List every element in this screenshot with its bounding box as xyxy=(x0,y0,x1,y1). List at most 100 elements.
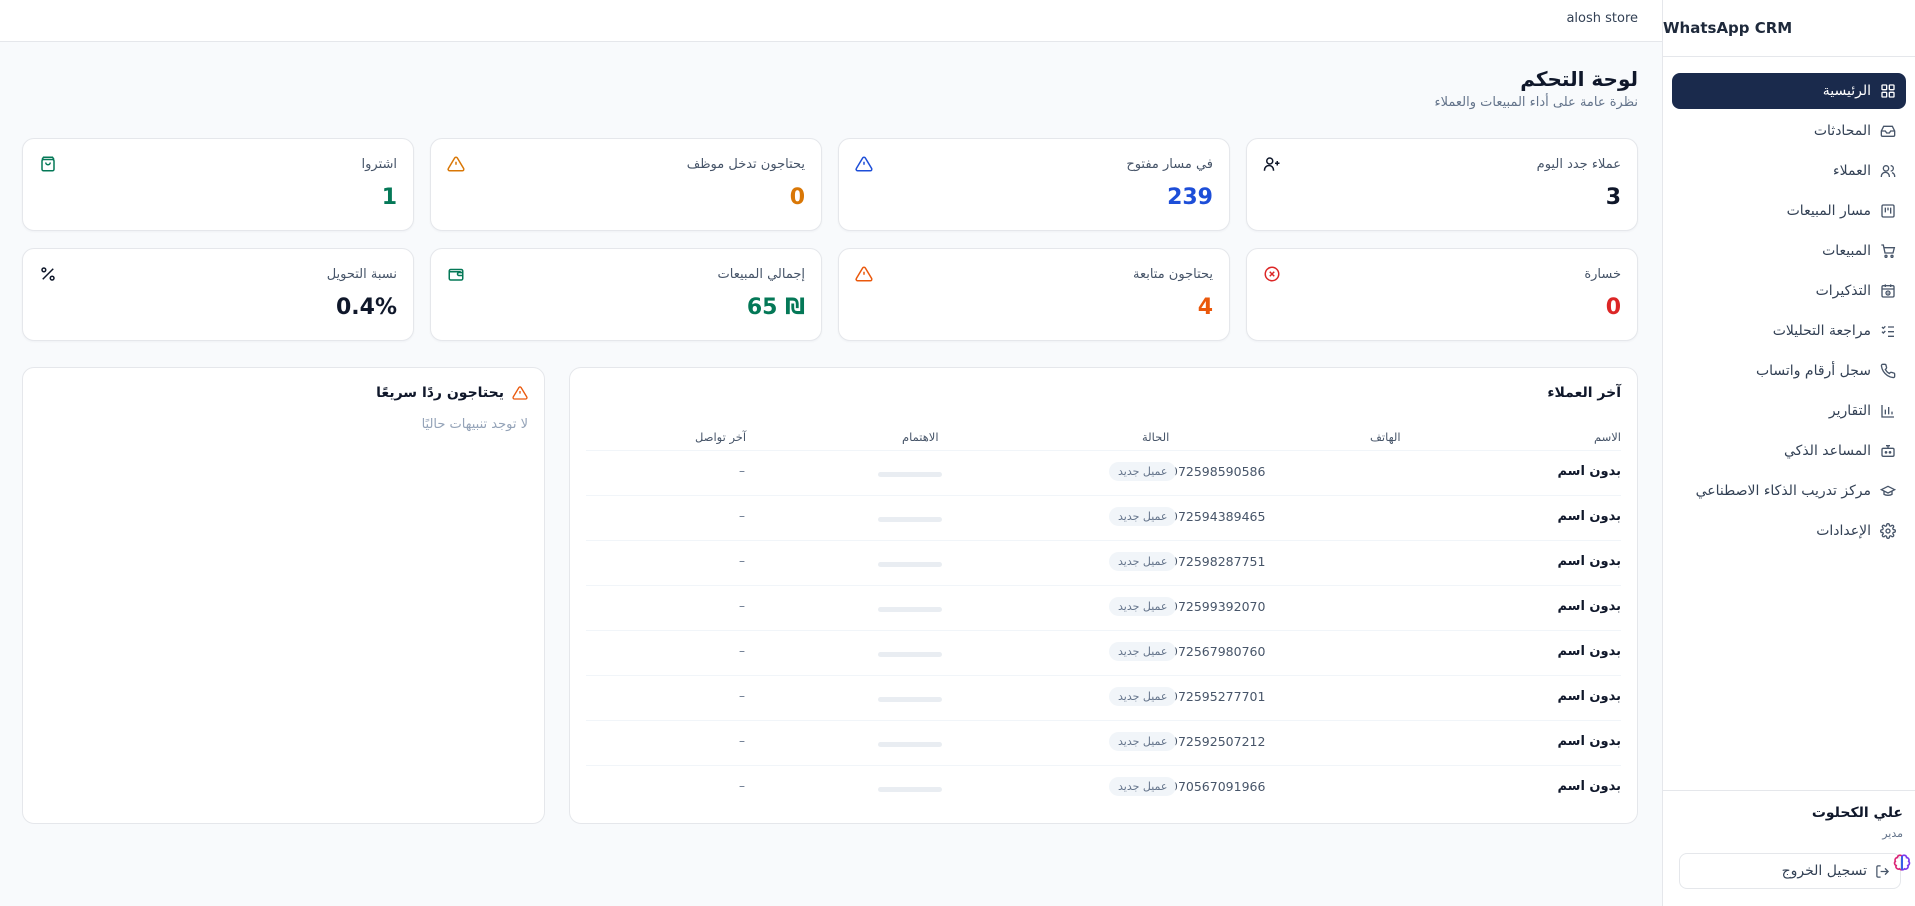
brain-icon[interactable] xyxy=(1892,853,1912,873)
stat-card-conversion-rate[interactable]: نسبة التحويل 0.4% xyxy=(22,248,414,341)
alert-triangle-icon xyxy=(512,385,528,401)
sidebar-item-customers[interactable]: العملاء xyxy=(1672,153,1906,189)
sidebar: WhatsApp CRM الرئيسية المحادثات العملاء … xyxy=(1662,0,1915,906)
column-name: الاسم xyxy=(1593,430,1621,444)
sidebar-item-whatsapp-numbers[interactable]: سجل أرقام واتساب xyxy=(1672,353,1906,389)
calendar-clock-icon xyxy=(1880,283,1896,299)
customer-phone: 972595277701 xyxy=(1170,689,1266,704)
sidebar-item-label: العملاء xyxy=(1833,163,1871,179)
table-row[interactable]: بدون اسم 970567091966 عميل جديد – xyxy=(586,765,1621,810)
sidebar-item-label: سجل أرقام واتساب xyxy=(1755,363,1871,379)
interest-bar xyxy=(878,562,942,567)
table-row[interactable]: بدون اسم 972592507212 عميل جديد – xyxy=(586,720,1621,765)
sidebar-item-label: المحادثات xyxy=(1813,123,1871,139)
stat-value: 0 xyxy=(789,185,805,210)
stat-card-lost[interactable]: خسارة 0 xyxy=(1246,248,1638,341)
stat-value: 0 xyxy=(1605,295,1621,320)
stat-card-open-pipeline[interactable]: في مسار مفتوح 239 xyxy=(838,138,1230,231)
table-row[interactable]: بدون اسم 972598287751 عميل جديد – xyxy=(586,540,1621,585)
dashboard-grid-icon xyxy=(1880,83,1896,99)
table-row[interactable]: بدون اسم 972594389465 عميل جديد – xyxy=(586,495,1621,540)
last-contact: – xyxy=(739,644,745,658)
customer-name: بدون اسم xyxy=(1557,779,1621,794)
bot-icon xyxy=(1880,443,1896,459)
last-contact: – xyxy=(739,464,745,478)
interest-bar xyxy=(878,472,942,477)
stat-card-purchased[interactable]: اشتروا 1 xyxy=(22,138,414,231)
column-status: الحالة xyxy=(1142,430,1170,444)
sidebar-item-reminders[interactable]: التذكيرات xyxy=(1672,273,1906,309)
logout-button[interactable]: تسجيل الخروج xyxy=(1679,853,1901,889)
user-role: مدير xyxy=(1882,827,1903,840)
sidebar-item-home[interactable]: الرئيسية xyxy=(1672,73,1906,109)
stat-card-new-customers[interactable]: عملاء جدد اليوم 3 xyxy=(1246,138,1638,231)
stat-value: 4 xyxy=(1197,295,1213,320)
logout-icon xyxy=(1875,864,1890,879)
column-interest: الاهتمام xyxy=(902,430,939,444)
customer-phone: 972567980760 xyxy=(1170,644,1266,659)
sidebar-item-label: الإعدادات xyxy=(1816,523,1871,539)
stat-label: يحتاجون متابعة xyxy=(1132,267,1213,282)
alerts-empty-text: لا توجد تنبيهات حاليًا xyxy=(421,417,528,432)
stat-label: إجمالي المبيعات xyxy=(717,267,805,282)
status-badge: عميل جديد xyxy=(1109,777,1177,796)
sidebar-item-label: مركز تدريب الذكاء الاصطناعي xyxy=(1695,483,1871,499)
customer-phone: 972594389465 xyxy=(1170,509,1266,524)
sidebar-item-analysis-review[interactable]: مراجعة التحليلات xyxy=(1672,313,1906,349)
sidebar-item-reports[interactable]: التقارير xyxy=(1672,393,1906,429)
sidebar-item-label: الرئيسية xyxy=(1822,83,1871,99)
checklist-icon xyxy=(1880,323,1896,339)
stat-card-need-followup[interactable]: يحتاجون متابعة 4 xyxy=(838,248,1230,341)
customer-name: بدون اسم xyxy=(1557,689,1621,704)
customer-name: بدون اسم xyxy=(1557,644,1621,659)
table-header: الاسم الهاتف الحالة الاهتمام آخر تواصل xyxy=(586,424,1621,450)
customer-phone: 972599392070 xyxy=(1170,599,1266,614)
user-name: علي الكحلوت xyxy=(1811,805,1903,821)
sidebar-item-label: المساعد الذكي xyxy=(1784,443,1871,459)
stat-label: في مسار مفتوح xyxy=(1126,157,1213,172)
alerts-header: يحتاجون ردًا سريعًا xyxy=(376,385,528,401)
app-title: WhatsApp CRM xyxy=(1663,0,1915,57)
interest-bar xyxy=(878,607,942,612)
status-badge: عميل جديد xyxy=(1109,687,1177,706)
alert-triangle-icon xyxy=(447,155,465,173)
stat-card-total-sales[interactable]: إجمالي المبيعات ₪ 65 xyxy=(430,248,822,341)
stat-label: نسبة التحويل xyxy=(326,267,397,282)
table-row[interactable]: بدون اسم 972598590586 عميل جديد – xyxy=(586,450,1621,495)
users-icon xyxy=(1880,163,1896,179)
table-row[interactable]: بدون اسم 972599392070 عميل جديد – xyxy=(586,585,1621,630)
percent-icon xyxy=(39,265,57,283)
sidebar-item-label: مسار المبيعات xyxy=(1786,203,1871,219)
stat-value: 0.4% xyxy=(335,295,397,320)
customer-name: بدون اسم xyxy=(1557,464,1621,479)
customer-phone: 970567091966 xyxy=(1170,779,1266,794)
interest-bar xyxy=(878,652,942,657)
sidebar-item-sales[interactable]: المبيعات xyxy=(1672,233,1906,269)
customer-name: بدون اسم xyxy=(1557,734,1621,749)
sidebar-item-ai-assistant[interactable]: المساعد الذكي xyxy=(1672,433,1906,469)
sidebar-nav: الرئيسية المحادثات العملاء مسار المبيعات… xyxy=(1663,57,1915,549)
inbox-icon xyxy=(1880,123,1896,139)
sidebar-item-settings[interactable]: الإعدادات xyxy=(1672,513,1906,549)
customer-name: بدون اسم xyxy=(1557,554,1621,569)
sidebar-item-label: التقارير xyxy=(1828,403,1871,419)
sidebar-item-conversations[interactable]: المحادثات xyxy=(1672,113,1906,149)
alerts-title: يحتاجون ردًا سريعًا xyxy=(376,385,504,401)
table-row[interactable]: بدون اسم 972595277701 عميل جديد – xyxy=(586,675,1621,720)
stat-label: عملاء جدد اليوم xyxy=(1536,157,1621,172)
sidebar-item-label: المبيعات xyxy=(1822,243,1871,259)
sidebar-item-label: التذكيرات xyxy=(1815,283,1871,299)
bar-chart-icon xyxy=(1880,403,1896,419)
last-contact: – xyxy=(739,734,745,748)
kanban-icon xyxy=(1880,203,1896,219)
sidebar-item-sales-pipeline[interactable]: مسار المبيعات xyxy=(1672,193,1906,229)
sidebar-item-ai-training[interactable]: مركز تدريب الذكاء الاصطناعي xyxy=(1672,473,1906,509)
table-row[interactable]: بدون اسم 972567980760 عميل جديد – xyxy=(586,630,1621,675)
last-contact: – xyxy=(739,689,745,703)
interest-bar xyxy=(878,517,942,522)
sidebar-item-label: مراجعة التحليلات xyxy=(1772,323,1871,339)
page-subtitle: نظرة عامة على أداء المبيعات والعملاء xyxy=(1434,95,1638,110)
stat-label: اشتروا xyxy=(361,157,398,172)
stat-card-need-staff[interactable]: يحتاجون تدخل موظف 0 xyxy=(430,138,822,231)
user-plus-icon xyxy=(1263,155,1281,173)
